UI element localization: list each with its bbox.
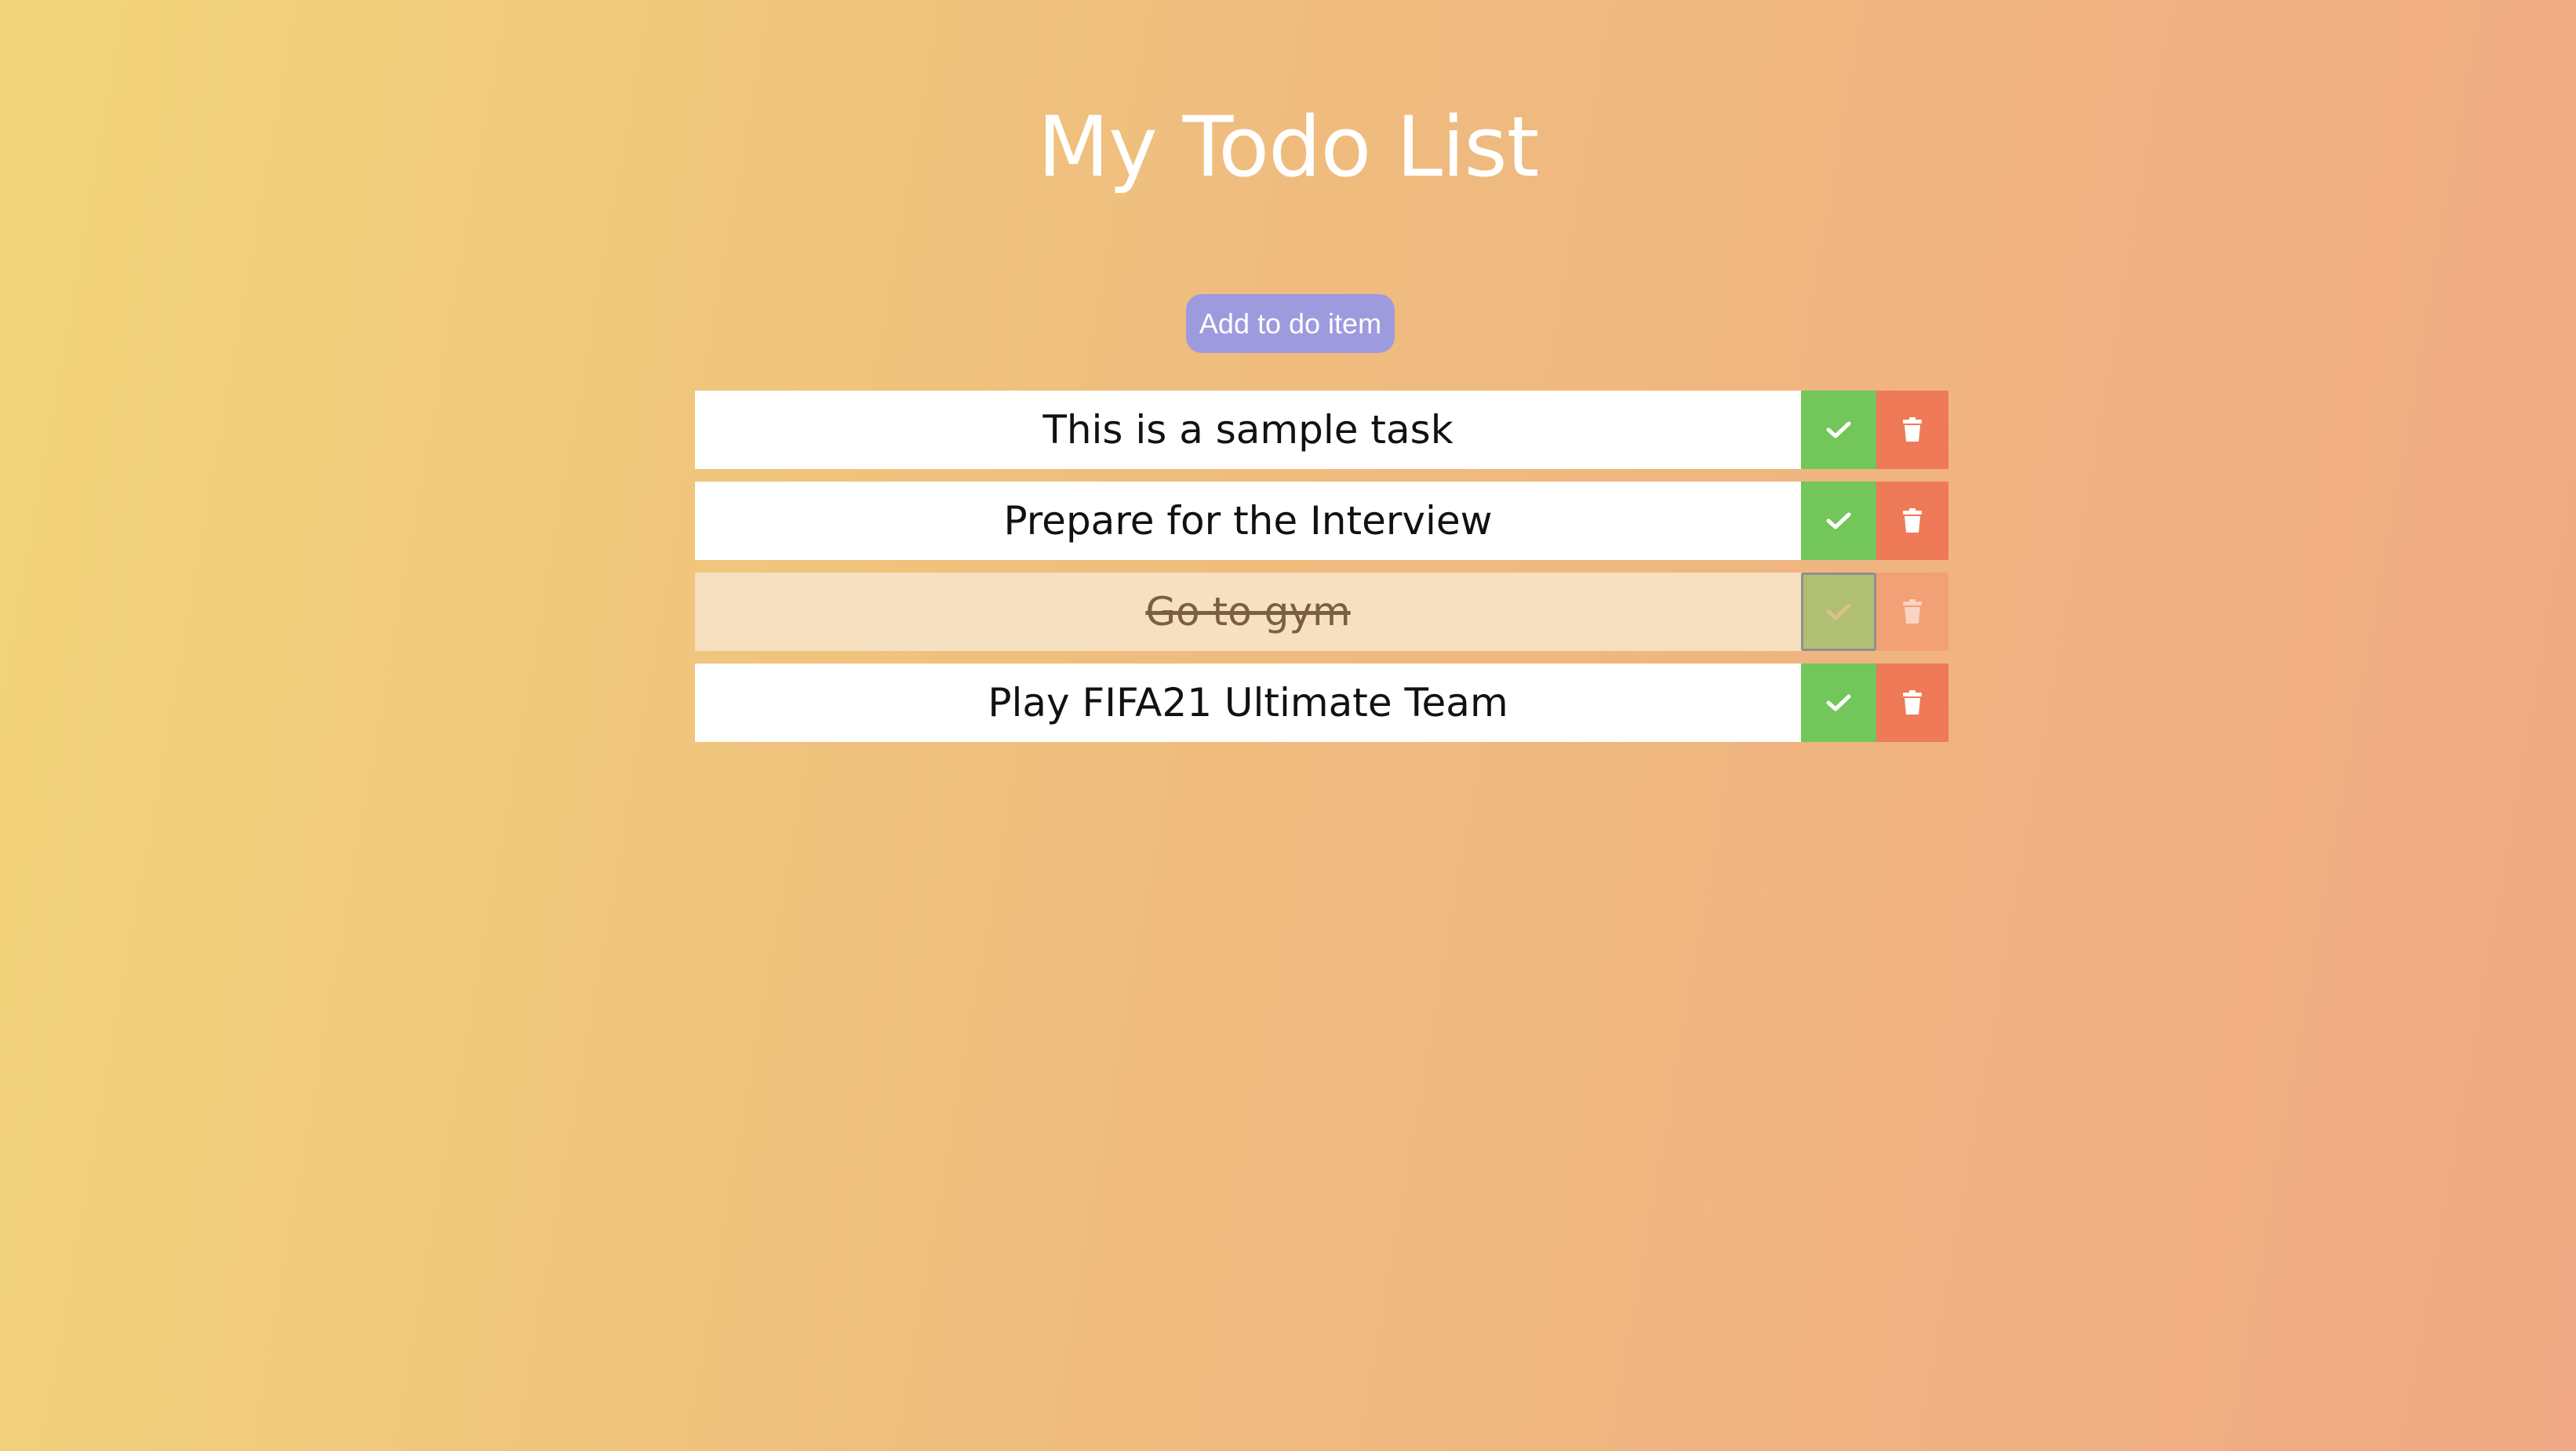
trash-icon (1903, 417, 1922, 442)
todo-item: This is a sample task (695, 391, 1948, 469)
todo-item-completed: Go to gym (695, 573, 1948, 651)
todo-item-text: Play FIFA21 Ultimate Team (695, 664, 1801, 742)
delete-button[interactable] (1876, 482, 1948, 560)
complete-button[interactable] (1801, 482, 1876, 560)
todo-item: Prepare for the Interview (695, 482, 1948, 560)
complete-button[interactable] (1801, 664, 1876, 742)
todo-app: My Todo List Add to do item This is a sa… (0, 0, 2576, 1451)
todo-list: This is a sample task Prepare for the In… (695, 391, 1948, 755)
check-icon (1826, 512, 1851, 529)
check-icon (1826, 694, 1851, 711)
check-icon (1826, 421, 1851, 438)
add-todo-button[interactable]: Add to do item (1186, 294, 1395, 353)
page-title: My Todo List (1037, 99, 1540, 195)
todo-item-text: Go to gym (695, 573, 1801, 651)
delete-button[interactable] (1876, 391, 1948, 469)
trash-icon (1903, 599, 1922, 624)
todo-item: Play FIFA21 Ultimate Team (695, 664, 1948, 742)
complete-button[interactable] (1801, 573, 1876, 651)
todo-item-text: This is a sample task (695, 391, 1801, 469)
trash-icon (1903, 690, 1922, 715)
todo-item-text: Prepare for the Interview (695, 482, 1801, 560)
delete-button[interactable] (1876, 573, 1948, 651)
check-icon (1826, 603, 1851, 620)
delete-button[interactable] (1876, 664, 1948, 742)
trash-icon (1903, 508, 1922, 533)
complete-button[interactable] (1801, 391, 1876, 469)
